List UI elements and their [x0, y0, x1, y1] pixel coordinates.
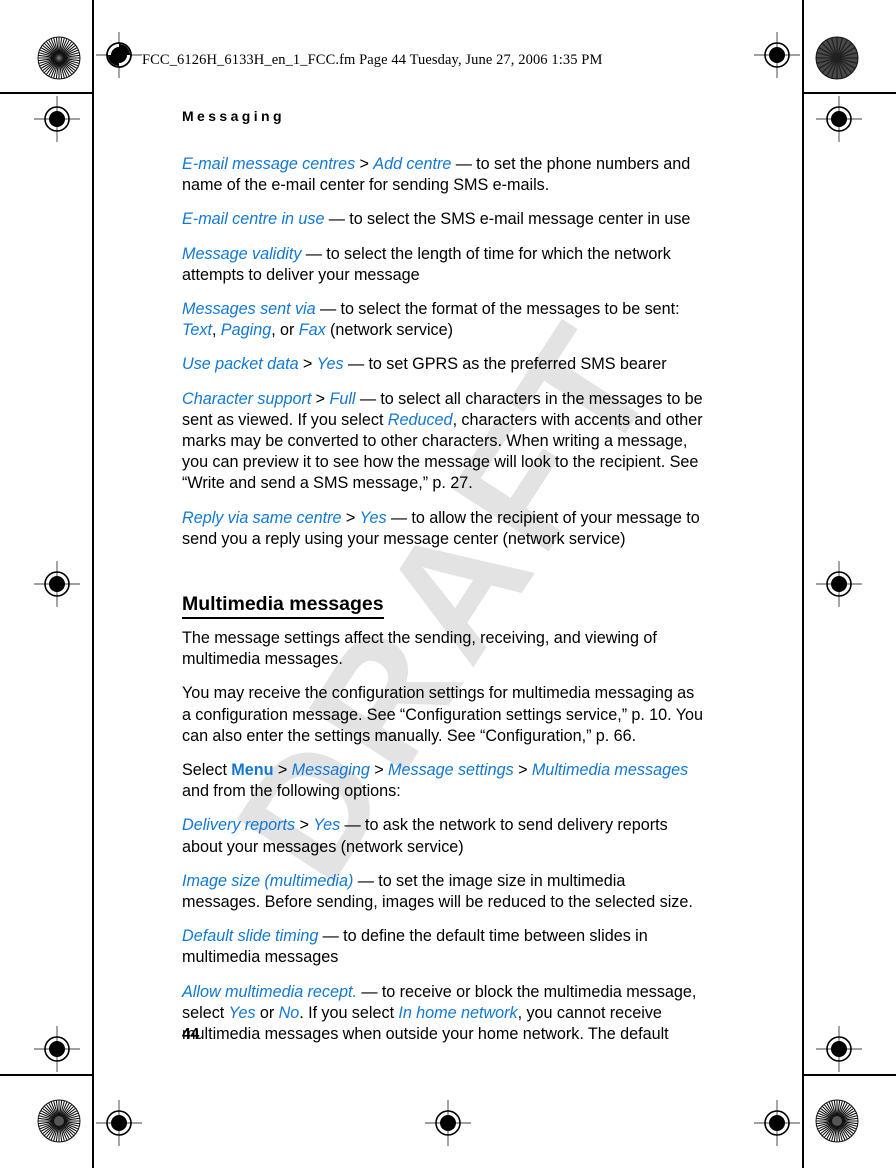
ui-term: Use packet data	[182, 355, 299, 374]
paragraph-text: — to select the format of the messages t…	[315, 300, 680, 319]
separator: , or	[271, 321, 299, 340]
paragraph-message-settings-intro: The message settings affect the sending,…	[182, 628, 704, 670]
registration-target-mark	[34, 561, 80, 607]
density-starburst-mark	[814, 35, 860, 81]
registration-target-mark	[816, 1026, 862, 1072]
ui-term: Yes	[359, 508, 387, 527]
registration-target-mark	[34, 1026, 80, 1072]
trim-line-top-right	[804, 92, 896, 94]
paragraph-text: Select	[182, 761, 232, 780]
separator: >	[513, 761, 532, 780]
ui-term: Multimedia messages	[531, 761, 689, 780]
ui-term: No	[278, 1003, 300, 1022]
paragraph-reply-via-same-centre: Reply via same centre > Yes — to allow t…	[182, 508, 704, 550]
separator: >	[369, 761, 388, 780]
paragraph-allow-multimedia-recept: Allow multimedia recept. — to receive or…	[182, 982, 704, 1046]
paragraph-delivery-reports: Delivery reports > Yes — to ask the netw…	[182, 815, 704, 857]
ui-term: Text	[182, 321, 212, 340]
paragraph-email-centre-in-use: E-mail centre in use — to select the SMS…	[182, 209, 704, 230]
registration-target-mark	[425, 1100, 471, 1146]
file-slug-line: FCC_6126H_6133H_en_1_FCC.fm Page 44 Tues…	[142, 52, 603, 68]
paragraph-text: — to select the SMS e-mail message cente…	[324, 210, 691, 229]
density-starburst-mark	[36, 35, 82, 81]
ui-term: Messages sent via	[182, 300, 316, 319]
ui-term: Paging	[220, 321, 272, 340]
ui-term: In home network	[398, 1003, 518, 1022]
ui-term: Full	[329, 389, 356, 408]
paragraph-use-packet-data: Use packet data > Yes — to set GPRS as t…	[182, 354, 704, 375]
separator: >	[355, 155, 374, 173]
ui-term: Image size (multimedia)	[182, 871, 354, 890]
running-header: Messaging	[182, 108, 285, 124]
paragraph-image-size: Image size (multimedia) — to set the ima…	[182, 871, 704, 913]
ui-term: Default slide timing	[182, 927, 319, 946]
registration-target-mark	[816, 96, 862, 142]
paragraph-email-message-centres: E-mail message centres > Add centre — to…	[182, 154, 704, 196]
ui-term: Yes	[228, 1003, 256, 1022]
ui-term: Allow multimedia recept.	[182, 982, 358, 1001]
paragraph-text: You may receive the configuration settin…	[182, 684, 704, 745]
ui-term: Messaging	[291, 761, 370, 780]
section-heading-multimedia-messages: Multimedia messages	[182, 593, 384, 620]
separator: or	[255, 1003, 279, 1022]
ui-term: Character support	[182, 389, 312, 408]
paragraph-text: . If you select	[299, 1003, 399, 1022]
paragraph-text: — to set GPRS as the preferred SMS beare…	[343, 355, 667, 374]
ui-term: Fax	[298, 321, 326, 340]
separator: >	[298, 355, 317, 374]
ui-term: Reply via same centre	[182, 508, 342, 527]
ui-term: Reduced	[387, 410, 453, 429]
paragraph-text: and from the following options:	[182, 782, 401, 801]
section-heading-wrap: Multimedia messages	[182, 563, 704, 628]
trim-line-right	[802, 0, 804, 1168]
registration-target-mark	[96, 32, 142, 78]
paragraph-message-validity: Message validity — to select the length …	[182, 244, 704, 286]
paragraph-messages-sent-via: Messages sent via — to select the format…	[182, 299, 704, 341]
registration-target-mark	[754, 32, 800, 78]
trim-line-top-left	[0, 92, 92, 94]
density-starburst-mark	[814, 1098, 860, 1144]
separator: >	[295, 816, 314, 835]
registration-target-mark	[816, 561, 862, 607]
ui-term: Yes	[313, 816, 341, 835]
ui-term: Add centre	[373, 155, 452, 173]
ui-term: Yes	[316, 355, 344, 374]
density-starburst-mark	[36, 1098, 82, 1144]
trim-line-bottom-right	[804, 1074, 896, 1076]
separator: ,	[212, 321, 221, 340]
paragraph-character-support: Character support > Full — to select all…	[182, 389, 704, 495]
registration-target-mark	[34, 96, 80, 142]
registration-target-mark	[754, 1100, 800, 1146]
printed-page: DRAFT FCC_6126H_6133H_en_1_FCC.fm Page 4…	[0, 0, 896, 1168]
separator: >	[341, 508, 360, 527]
separator: >	[311, 389, 330, 408]
paragraph-default-slide-timing: Default slide timing — to define the def…	[182, 926, 704, 968]
ui-term-menu: Menu	[231, 761, 274, 780]
trim-line-left	[92, 0, 94, 1168]
paragraph-text: (network service)	[325, 321, 454, 340]
ui-term: Message validity	[182, 244, 302, 263]
separator: >	[273, 761, 292, 780]
ui-term: Message settings	[387, 761, 514, 780]
registration-target-mark	[96, 1100, 142, 1146]
page-number: 44	[182, 1026, 200, 1043]
page-content: Messaging E-mail message centres > Add c…	[182, 108, 704, 1058]
paragraph-text: The message settings affect the sending,…	[182, 629, 657, 669]
ui-term: Delivery reports	[182, 816, 296, 835]
ui-term: E-mail message centres	[182, 155, 356, 173]
trim-line-bottom-left	[0, 1074, 92, 1076]
ui-term: E-mail centre in use	[182, 210, 325, 229]
paragraph-configuration-settings: You may receive the configuration settin…	[182, 683, 704, 747]
paragraph-menu-path: Select Menu > Messaging > Message settin…	[182, 760, 704, 802]
